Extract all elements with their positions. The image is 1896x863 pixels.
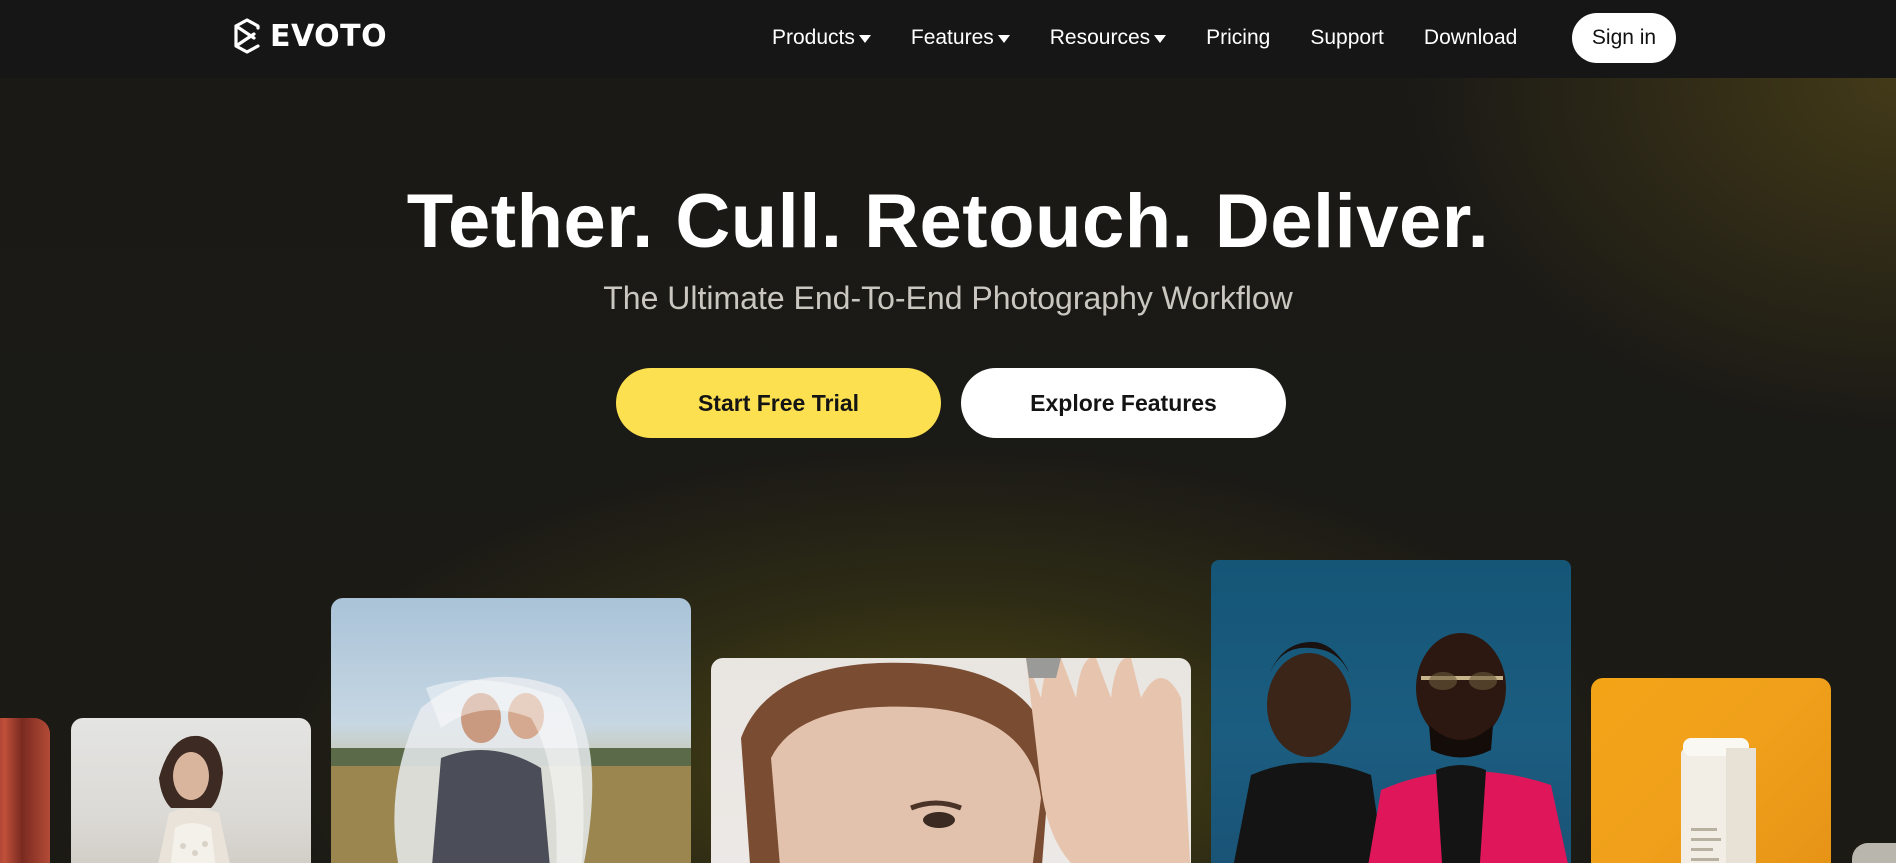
hero-subtitle: The Ultimate End-To-End Photography Work… [603,280,1293,316]
nav-features[interactable]: Features [911,26,1010,50]
caret-down-icon [997,35,1010,43]
product-bottle-illustration [1681,738,1756,863]
sign-in-button[interactable]: Sign in [1572,13,1676,63]
nav-support-label: Support [1310,26,1384,49]
caret-down-icon [1154,35,1167,43]
start-free-trial-button[interactable]: Start Free Trial [616,368,941,438]
showcase-image-product [1591,678,1831,863]
hero-title: Tether. Cull. Retouch. Deliver. [406,179,1490,264]
nav-pricing-label: Pricing [1206,26,1271,49]
couple-illustration [331,676,691,863]
nav-resources-label: Resources [1049,26,1151,49]
nav-download[interactable]: Download [1424,26,1517,50]
showcase-image-partial [1852,843,1896,863]
brand-logo[interactable]: EVOTO [232,16,387,56]
two-men-illustration [1233,633,1568,863]
page: EVOTO Products Features Resources Pricin… [0,0,1896,863]
bride-illustration [158,735,230,863]
nav-products-label: Products [772,26,855,49]
nav-download-label: Download [1423,26,1518,49]
caret-down-icon [858,35,871,43]
nav-pricing[interactable]: Pricing [1206,26,1270,50]
evoto-logo-icon [234,18,260,54]
portrait-illustration [741,658,1191,863]
nav-features-label: Features [910,26,994,49]
nav-support[interactable]: Support [1310,26,1384,50]
nav-products[interactable]: Products [772,26,871,50]
showcase-image-bride [71,718,311,863]
showcase-image-couple [331,598,691,863]
site-header: EVOTO Products Features Resources Pricin… [0,0,1896,78]
main-nav: Products Features Resources Pricing Supp… [772,0,1557,76]
explore-features-button[interactable]: Explore Features [961,368,1286,438]
brand-name: EVOTO [270,18,388,54]
showcase-image-portrait [711,658,1191,863]
showcase-image-fabric [0,718,50,863]
showcase-image-two-men [1211,560,1571,863]
nav-resources[interactable]: Resources [1049,26,1167,50]
